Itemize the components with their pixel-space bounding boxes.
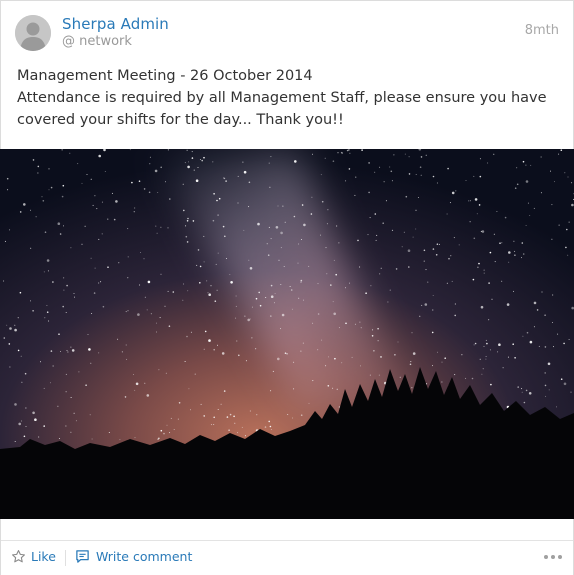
like-label: Like: [31, 549, 56, 564]
action-divider: [65, 550, 66, 566]
write-comment-label: Write comment: [96, 549, 193, 564]
post-image-milky-way[interactable]: [0, 149, 574, 519]
more-options-icon: [544, 555, 562, 559]
author-network: @ network: [62, 34, 132, 49]
post-body: Management Meeting - 26 October 2014 Att…: [17, 65, 557, 131]
write-comment-button[interactable]: Write comment: [75, 549, 192, 564]
post-title-line: Management Meeting - 26 October 2014: [17, 68, 313, 84]
avatar[interactable]: [15, 15, 51, 51]
more-options-button[interactable]: [543, 549, 563, 569]
speech-bubble-icon: [76, 550, 89, 563]
post-header: Sherpa Admin @ network 8mth: [1, 1, 573, 61]
night-sky-image: [0, 149, 574, 519]
post-message-line: Attendance is required by all Management…: [17, 90, 547, 128]
author-name-link[interactable]: Sherpa Admin: [62, 15, 169, 33]
post-timestamp: 8mth: [524, 23, 559, 38]
like-button[interactable]: Like: [11, 549, 56, 564]
star-outline-icon: [12, 550, 25, 563]
user-silhouette-icon: [15, 15, 51, 51]
post-action-bar: Like Write comment: [1, 540, 573, 575]
